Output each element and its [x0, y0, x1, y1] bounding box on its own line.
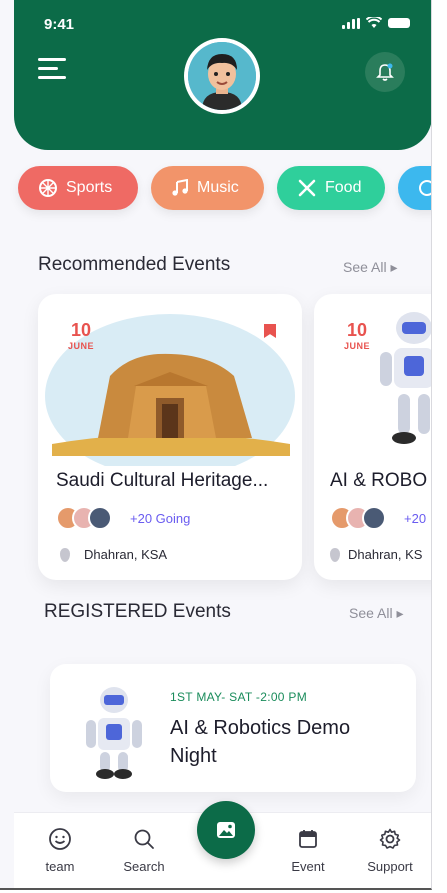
- battery-icon: [388, 18, 410, 28]
- nav-label-search: Search: [123, 859, 165, 874]
- category-chip-sports[interactable]: Sports: [18, 166, 138, 210]
- recommended-events-title: Recommended Events: [38, 254, 231, 275]
- category-chip-more[interactable]: [398, 166, 431, 210]
- bell-icon: [376, 63, 394, 81]
- registered-event-card[interactable]: 1ST MAY- SAT -2:00 PM AI & Robotics Demo…: [50, 664, 416, 792]
- signal-icon: [342, 18, 360, 29]
- music-note-icon: [172, 179, 188, 196]
- attendee-avatar: [88, 506, 112, 530]
- registered-event-title: AI & Robotics Demo Night: [170, 717, 351, 767]
- category-chip-food[interactable]: Food: [277, 166, 385, 210]
- category-label-music: Music: [197, 179, 239, 196]
- notification-button[interactable]: [365, 52, 405, 92]
- event-date: 10 JUNE: [344, 320, 370, 351]
- ball-icon: [39, 179, 57, 197]
- category-chips: Sports Music Food: [18, 166, 431, 210]
- category-label-sports: Sports: [66, 179, 113, 196]
- event-location-text: Dhahran, KSA: [84, 547, 168, 562]
- event-date-month: JUNE: [68, 341, 95, 351]
- utensils-icon: [298, 179, 316, 197]
- event-date-day: 10: [346, 320, 368, 340]
- event-image-robot: [380, 312, 431, 444]
- header: 9:41: [14, 0, 431, 150]
- more-category-icon: [419, 180, 431, 196]
- going-count: +20: [404, 511, 427, 526]
- nav-label-event: Event: [291, 859, 325, 874]
- event-image-robot: [86, 687, 142, 779]
- nav-label-support: Support: [367, 859, 413, 874]
- event-title: Saudi Cultural Heritage...: [56, 470, 269, 491]
- event-date-month: JUNE: [344, 341, 371, 351]
- recommended-see-all-link[interactable]: See All ▸: [343, 259, 398, 276]
- event-date: 10 JUNE: [68, 320, 94, 351]
- menu-icon[interactable]: [38, 58, 66, 85]
- location-pin-icon: [60, 547, 70, 562]
- going-count: +20 Going: [130, 511, 191, 526]
- event-location-text: Dhahran, KS: [348, 547, 423, 562]
- event-card[interactable]: 10 JUNE Saudi Cultural Heritage... +20 G…: [38, 294, 302, 580]
- category-chip-music[interactable]: Music: [151, 166, 264, 210]
- calendar-icon: [299, 830, 317, 848]
- attendee-avatars: [56, 506, 112, 530]
- registered-events-title: REGISTERED Events: [44, 601, 231, 622]
- gallery-icon: [217, 822, 235, 838]
- location-pin-icon: [330, 547, 340, 562]
- category-label-food: Food: [325, 179, 362, 196]
- status-icons: [342, 17, 410, 29]
- nav-item-search[interactable]: Search: [114, 825, 174, 874]
- event-date-day: 10: [70, 320, 92, 340]
- search-icon: [134, 829, 154, 849]
- attendee-avatar: [362, 506, 386, 530]
- nav-item-team[interactable]: team: [30, 825, 90, 874]
- nav-label-team: team: [45, 859, 75, 874]
- gear-icon: [379, 828, 401, 849]
- status-time: 9:41: [44, 16, 75, 33]
- event-location: Dhahran, KS: [330, 547, 422, 562]
- gallery-button[interactable]: [197, 801, 255, 859]
- nav-item-event[interactable]: Event: [278, 825, 338, 874]
- event-title: AI & ROBO: [330, 470, 428, 491]
- app-screen: 9:41 Sports Music Food Recommended Event…: [0, 0, 432, 890]
- bottom-nav: team Search Event Support: [14, 801, 431, 888]
- avatar-illustration: [188, 42, 256, 110]
- smiley-icon: [49, 828, 71, 850]
- nav-item-support[interactable]: Support: [360, 825, 420, 874]
- event-location: Dhahran, KSA: [60, 547, 167, 562]
- registered-event-datetime: 1ST MAY- SAT -2:00 PM: [170, 690, 308, 704]
- attendee-avatars: [330, 506, 386, 530]
- event-card[interactable]: 10 JUNE AI & ROBO +20 Dhahran, KS: [314, 294, 431, 580]
- user-avatar[interactable]: [184, 38, 260, 114]
- registered-see-all-link[interactable]: See All ▸: [349, 605, 404, 622]
- wifi-icon: [366, 17, 382, 28]
